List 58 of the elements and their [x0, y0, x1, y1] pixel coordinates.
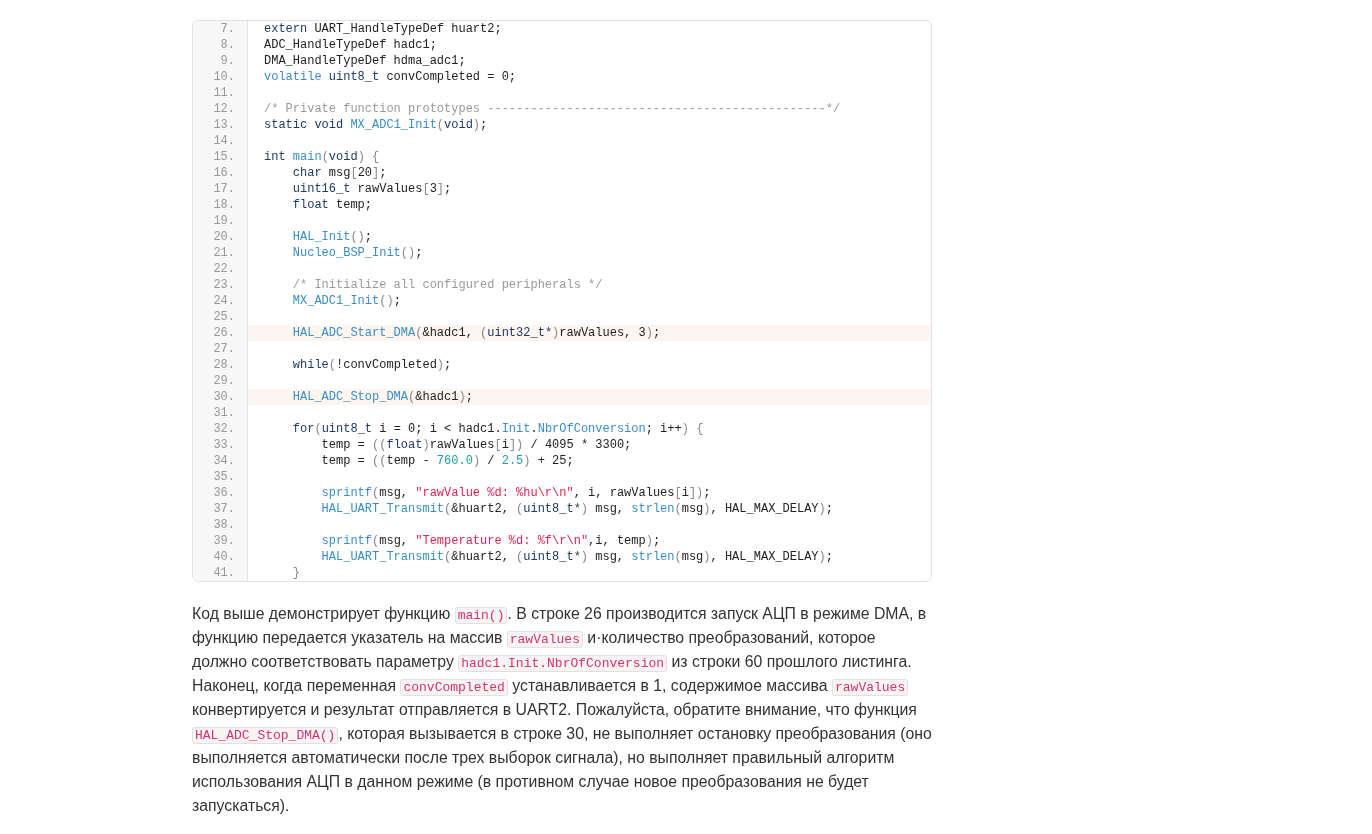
line-number: 22.: [193, 261, 248, 277]
code-line: int main(void) {: [263, 149, 381, 165]
line-number: 7.: [193, 21, 248, 37]
code-line: for(uint8_t i = 0; i < hadc1.Init.NbrOfConversion; i++) {: [291, 421, 705, 437]
line-number: 18.: [193, 197, 248, 213]
line-number: 11.: [193, 85, 248, 101]
code-line: volatile uint8_t convCompleted = 0;: [263, 69, 518, 85]
line-number: 38.: [193, 517, 248, 533]
line-number: 34.: [193, 453, 248, 469]
line-number: 39.: [193, 533, 248, 549]
line-number: 28.: [193, 357, 248, 373]
code-line: DMA_HandleTypeDef hdma_adc1;: [263, 53, 467, 69]
line-number: 36.: [193, 485, 248, 501]
line-number: 37.: [193, 501, 248, 517]
code-line: HAL_Init();: [291, 229, 374, 245]
line-number: 12.: [193, 101, 248, 117]
line-number: 21.: [193, 245, 248, 261]
line-number: 25.: [193, 309, 248, 325]
line-number: 13.: [193, 117, 248, 133]
code-line: sprintf(msg, "rawValue %d: %hu\r\n", i, rawValues[i]);: [320, 485, 712, 501]
line-number: 41.: [193, 565, 248, 581]
line-number: 31.: [193, 405, 248, 421]
code-line: while(!convCompleted);: [291, 357, 453, 373]
line-number: 8.: [193, 37, 248, 53]
code-line: Nucleo_BSP_Init();: [291, 245, 424, 261]
code-line: temp = ((temp - 760.0) / 2.5) + 25;: [320, 453, 575, 469]
code-line: ADC_HandleTypeDef hadc1;: [263, 37, 438, 53]
line-number: 14.: [193, 133, 248, 149]
line-number: 10.: [193, 69, 248, 85]
line-number: 30.: [193, 389, 248, 405]
line-number: 17.: [193, 181, 248, 197]
line-number: 26.: [193, 325, 248, 341]
line-number: 27.: [193, 341, 248, 357]
line-number: 32.: [193, 421, 248, 437]
line-number: 9.: [193, 53, 248, 69]
code-line: char msg[20];: [291, 165, 388, 181]
code-line: uint16_t rawValues[3];: [291, 181, 453, 197]
line-number: 24.: [193, 293, 248, 309]
line-number: 29.: [193, 373, 248, 389]
code-line: HAL_UART_Transmit(&huart2, (uint8_t*) msg, strlen(msg), HAL_MAX_DELAY);: [320, 501, 834, 517]
code-line: MX_ADC1_Init();: [291, 293, 402, 309]
code-line: HAL_UART_Transmit(&huart2, (uint8_t*) msg, strlen(msg), HAL_MAX_DELAY);: [320, 549, 834, 565]
code-line: }: [291, 565, 301, 581]
line-number: 35.: [193, 469, 248, 485]
line-number: 23.: [193, 277, 248, 293]
code-line: /* Private function prototypes -----------------------------------------------*/: [263, 101, 842, 117]
line-number: 15.: [193, 149, 248, 165]
code-line: /* Initialize all configured peripherals */: [291, 277, 604, 293]
code-line: sprintf(msg, "Temperature %d: %f\r\n",i, temp);: [320, 533, 662, 549]
line-number: 16.: [193, 165, 248, 181]
line-number: 20.: [193, 229, 248, 245]
code-line: float temp;: [291, 197, 374, 213]
code-line: temp = ((float)rawValues[i]) / 4095 * 3300;: [320, 437, 633, 453]
line-number: 19.: [193, 213, 248, 229]
code-line: extern UART_HandleTypeDef huart2;: [263, 21, 503, 37]
code-line: static void MX_ADC1_Init(void);: [263, 117, 489, 133]
line-number: 40.: [193, 549, 248, 565]
line-number: 33.: [193, 437, 248, 453]
